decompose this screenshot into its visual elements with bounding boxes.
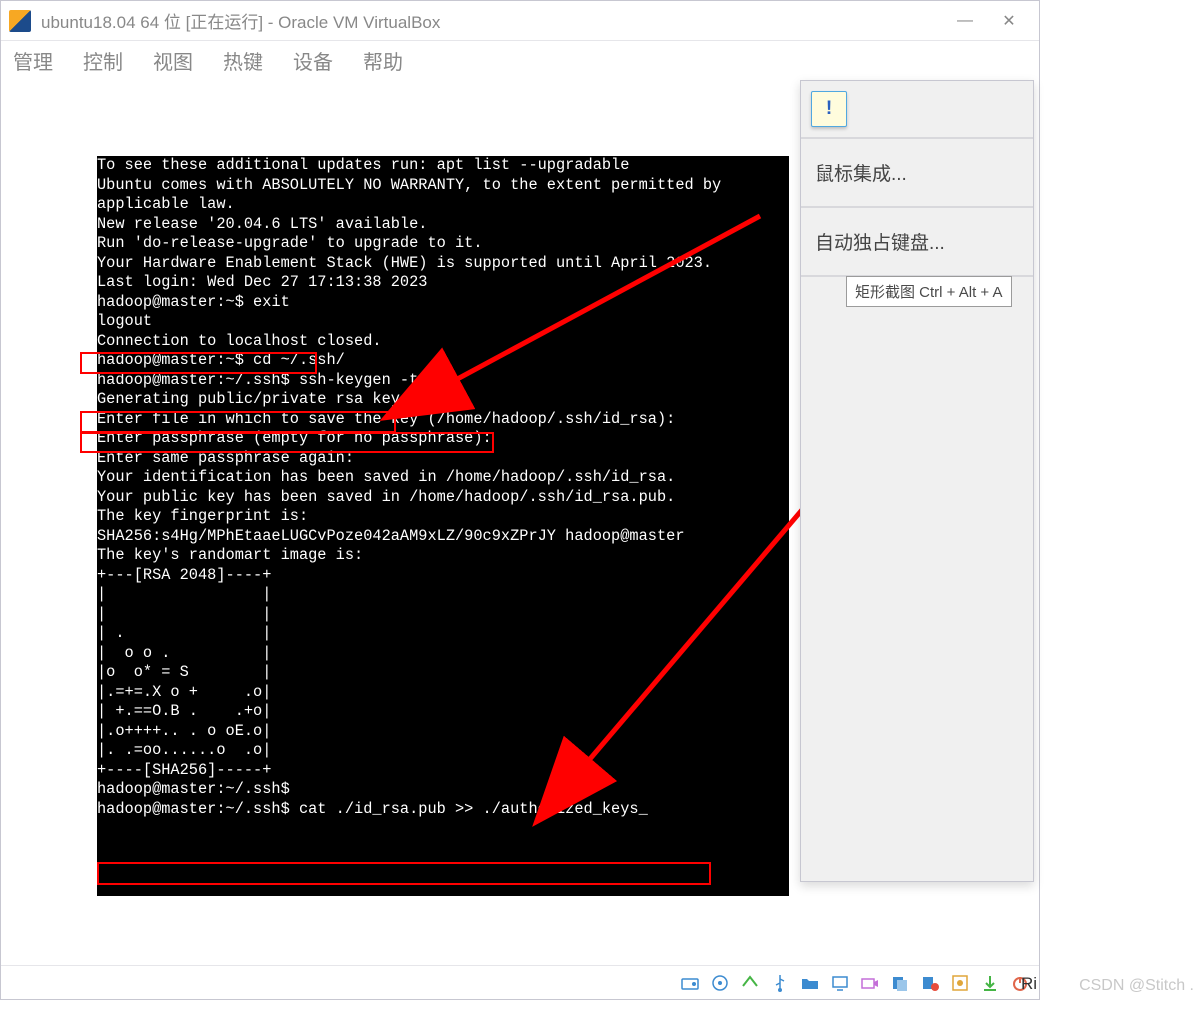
tooltip-screenshot: 矩形截图 Ctrl + Alt + A bbox=[846, 276, 1012, 307]
terminal-line: Your public key has been saved in /home/… bbox=[97, 488, 789, 508]
window-title: ubuntu18.04 64 位 [正在运行] - Oracle VM Virt… bbox=[41, 8, 943, 33]
terminal[interactable]: To see these additional updates run: apt… bbox=[97, 156, 789, 896]
menubar: 管理 控制 视图 热键 设备 帮助 bbox=[1, 41, 1039, 79]
net-icon[interactable] bbox=[739, 972, 761, 994]
terminal-line: hadoop@master:~/.ssh$ cat ./id_rsa.pub >… bbox=[97, 800, 789, 820]
terminal-line: Enter passphrase (empty for no passphras… bbox=[97, 429, 789, 449]
terminal-line: | o o . | bbox=[97, 644, 789, 664]
download-icon[interactable] bbox=[979, 972, 1001, 994]
terminal-line: The key's randomart image is: bbox=[97, 546, 789, 566]
terminal-line: | | bbox=[97, 585, 789, 605]
notification-mouse-integration[interactable]: 鼠标集成... bbox=[801, 139, 1033, 208]
terminal-line: Your Hardware Enablement Stack (HWE) is … bbox=[97, 254, 789, 274]
terminal-line: |. .=oo......o .o| bbox=[97, 741, 789, 761]
terminal-line: |o o* = S | bbox=[97, 663, 789, 683]
terminal-line: To see these additional updates run: apt… bbox=[97, 156, 789, 176]
capture-icon[interactable] bbox=[949, 972, 971, 994]
menu-devices[interactable]: 设备 bbox=[293, 46, 333, 75]
terminal-line: hadoop@master:~$ cd ~/.ssh/ bbox=[97, 351, 789, 371]
terminal-line: |.=+=.X o + .o| bbox=[97, 683, 789, 703]
terminal-line: +----[SHA256]-----+ bbox=[97, 761, 789, 781]
terminal-line: SHA256:s4Hg/MPhEtaaeLUGCvPoze042aAM9xLZ/… bbox=[97, 527, 789, 547]
terminal-line: applicable law. bbox=[97, 195, 789, 215]
clipboard-icon[interactable] bbox=[889, 972, 911, 994]
folder-icon[interactable] bbox=[799, 972, 821, 994]
terminal-line: Your identification has been saved in /h… bbox=[97, 468, 789, 488]
terminal-line: | | bbox=[97, 605, 789, 625]
watermark: CSDN @Stitch . bbox=[1079, 977, 1194, 995]
notification-header: ! bbox=[801, 81, 1033, 139]
terminal-line: |.o++++.. . o oE.o| bbox=[97, 722, 789, 742]
rec-icon[interactable] bbox=[919, 972, 941, 994]
terminal-line: New release '20.04.6 LTS' available. bbox=[97, 215, 789, 235]
terminal-line: | . | bbox=[97, 624, 789, 644]
terminal-line: hadoop@master:~/.ssh$ bbox=[97, 780, 789, 800]
terminal-line: hadoop@master:~$ exit bbox=[97, 293, 789, 313]
terminal-line: The key fingerprint is: bbox=[97, 507, 789, 527]
notification-panel: ! 鼠标集成... 自动独占键盘... bbox=[800, 80, 1034, 882]
minimize-button[interactable]: — bbox=[943, 6, 987, 36]
terminal-line: Run 'do-release-upgrade' to upgrade to i… bbox=[97, 234, 789, 254]
panel-spacer bbox=[801, 277, 1033, 881]
info-bubble-icon: ! bbox=[811, 91, 847, 127]
camera-icon[interactable] bbox=[859, 972, 881, 994]
cd-icon[interactable] bbox=[709, 972, 731, 994]
terminal-line: | +.==O.B . .+o| bbox=[97, 702, 789, 722]
terminal-line: hadoop@master:~/.ssh$ ssh-keygen -t rsa bbox=[97, 371, 789, 391]
display-icon[interactable] bbox=[829, 972, 851, 994]
hdd-icon[interactable] bbox=[679, 972, 701, 994]
terminal-line: Ubuntu comes with ABSOLUTELY NO WARRANTY… bbox=[97, 176, 789, 196]
terminal-line: Connection to localhost closed. bbox=[97, 332, 789, 352]
terminal-line: Last login: Wed Dec 27 17:13:38 2023 bbox=[97, 273, 789, 293]
terminal-line: +---[RSA 2048]----+ bbox=[97, 566, 789, 586]
close-button[interactable]: ✕ bbox=[987, 6, 1031, 36]
titlebar: ubuntu18.04 64 位 [正在运行] - Oracle VM Virt… bbox=[1, 1, 1039, 41]
menu-manage[interactable]: 管理 bbox=[13, 46, 53, 75]
notification-keyboard-capture[interactable]: 自动独占键盘... bbox=[801, 208, 1033, 277]
menu-control[interactable]: 控制 bbox=[83, 46, 123, 75]
menu-hotkeys[interactable]: 热键 bbox=[223, 46, 263, 75]
terminal-line: Generating public/private rsa key pair. bbox=[97, 390, 789, 410]
menu-view[interactable]: 视图 bbox=[153, 46, 193, 75]
statusbar bbox=[1, 965, 1039, 999]
terminal-line: logout bbox=[97, 312, 789, 332]
rightedge-text: Ri bbox=[1021, 974, 1037, 994]
usb-icon[interactable] bbox=[769, 972, 791, 994]
menu-help[interactable]: 帮助 bbox=[363, 46, 403, 75]
terminal-line: Enter same passphrase again: bbox=[97, 449, 789, 469]
virtualbox-icon bbox=[9, 10, 31, 32]
terminal-line: Enter file in which to save the key (/ho… bbox=[97, 410, 789, 430]
